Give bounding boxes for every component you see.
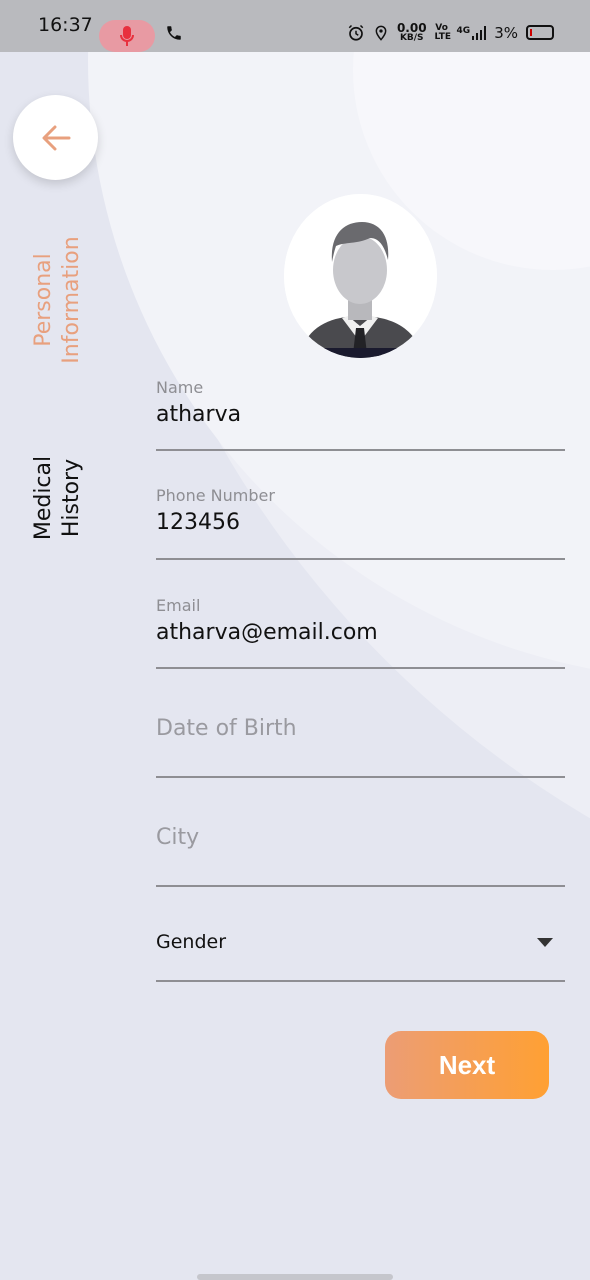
email-input[interactable]: atharva@email.com: [156, 620, 565, 645]
phone-input[interactable]: 123456: [156, 510, 565, 535]
status-icons: 0.00 KB/S Vo LTE 4G 3%: [347, 22, 554, 43]
battery-percent: 3%: [494, 23, 518, 42]
network-type: 4G: [456, 25, 471, 36]
mic-icon: [120, 26, 134, 46]
home-indicator[interactable]: [197, 1274, 393, 1280]
chevron-down-icon[interactable]: [537, 938, 553, 947]
name-label: Name: [156, 378, 204, 397]
tab-medical-history[interactable]: Medical History: [30, 428, 86, 568]
email-label: Email: [156, 596, 201, 615]
avatar-icon: [284, 194, 437, 358]
city-field[interactable]: City: [156, 825, 565, 887]
tab-label: History: [59, 458, 84, 538]
tab-label: Medical: [31, 455, 56, 541]
signal-indicator: 4G: [456, 25, 487, 40]
back-button[interactable]: [13, 95, 98, 180]
date-of-birth-input[interactable]: Date of Birth: [156, 716, 565, 741]
city-input[interactable]: City: [156, 825, 565, 850]
gender-select[interactable]: Gender: [156, 929, 565, 982]
name-field[interactable]: Name atharva: [156, 378, 565, 451]
mic-indicator[interactable]: [99, 20, 155, 52]
phone-icon: [167, 26, 181, 40]
volte-indicator: Vo LTE: [434, 22, 452, 42]
email-field[interactable]: Email atharva@email.com: [156, 596, 565, 669]
phone-label: Phone Number: [156, 486, 275, 505]
name-input[interactable]: atharva: [156, 402, 565, 427]
tab-label: Personal: [31, 253, 56, 347]
net-speed: 0.00 KB/S: [397, 22, 427, 43]
status-time: 16:37: [38, 14, 93, 36]
signal-icon: [472, 25, 487, 40]
next-button[interactable]: Next: [385, 1031, 549, 1099]
tab-label: Information: [59, 236, 84, 364]
location-icon: [375, 25, 387, 41]
status-bar: 16:37 0.00 KB/S Vo LTE 4G 3%: [0, 0, 590, 52]
avatar[interactable]: [284, 194, 437, 358]
battery-icon: [526, 25, 554, 40]
arrow-left-icon: [42, 125, 70, 150]
phone-field[interactable]: Phone Number 123456: [156, 486, 565, 560]
gender-value: Gender: [156, 931, 227, 953]
tab-personal-information[interactable]: Personal Information: [30, 230, 86, 370]
alarm-icon: [348, 24, 364, 41]
date-of-birth-field[interactable]: Date of Birth: [156, 716, 565, 778]
net-speed-unit: KB/S: [399, 33, 424, 43]
